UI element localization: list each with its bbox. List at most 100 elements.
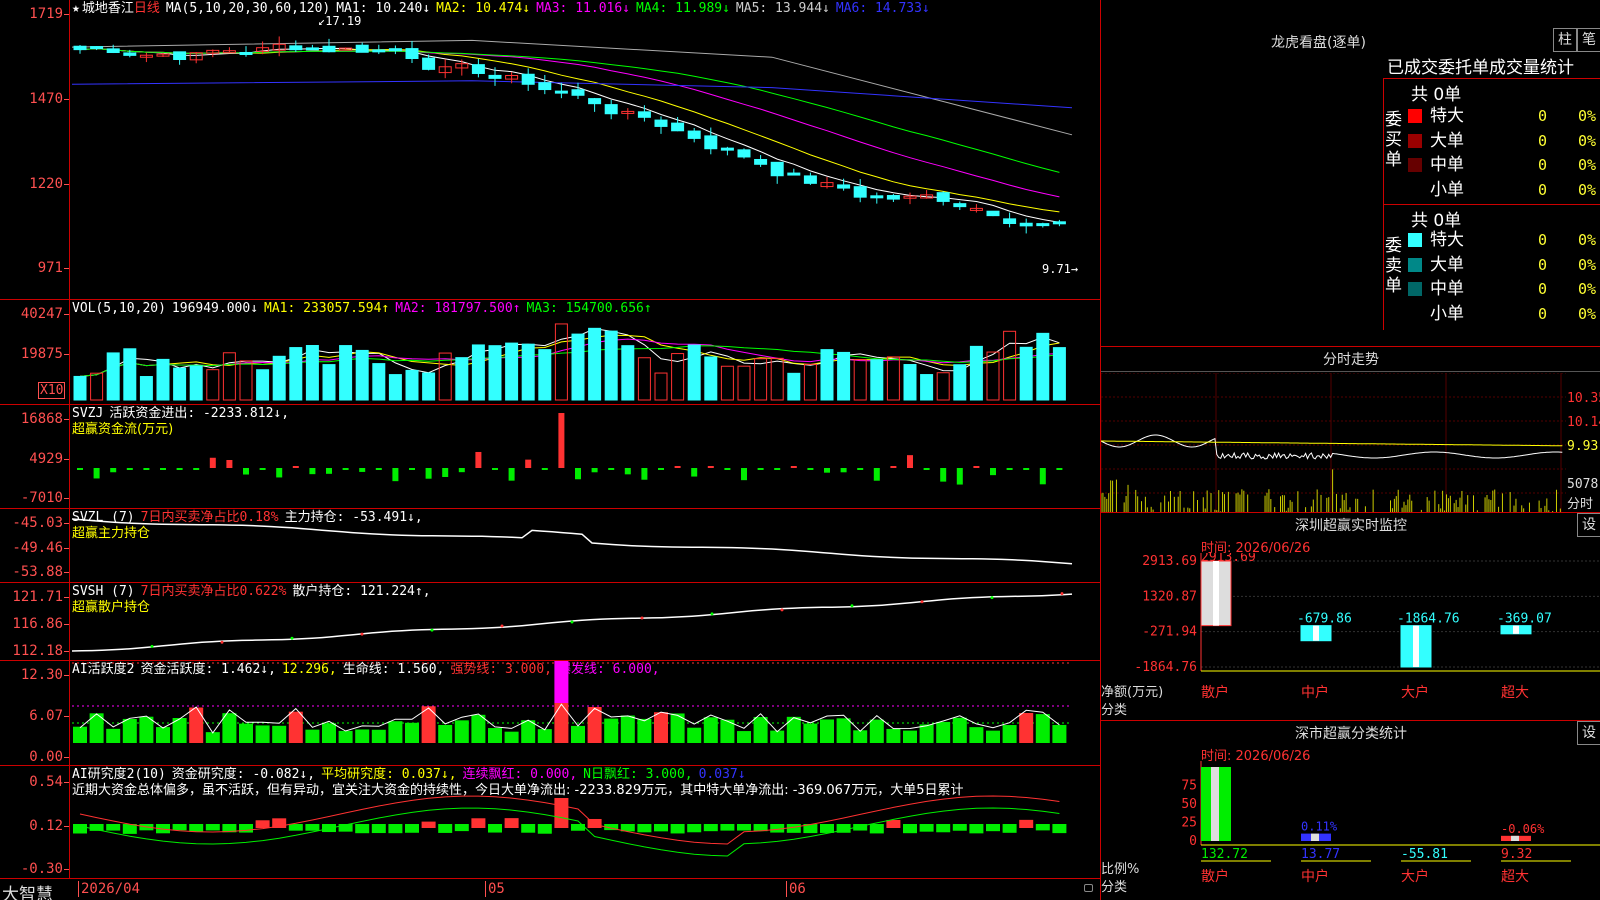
star-icon[interactable]: ★ — [72, 1, 80, 16]
classify-value: 9.32 — [1501, 847, 1532, 862]
flow-bar — [93, 468, 100, 479]
volume-bar — [571, 333, 585, 401]
svsh-panel[interactable]: 121.71 116.86 112.18 SVSH (7) 7日内买卖净占比0.6… — [0, 583, 1100, 661]
flow-bar — [807, 468, 814, 470]
ai-activity-panel[interactable]: 12.30 6.07 0.00 AI活跃度2 资金活跃度: 1.462↓, 12.2… — [0, 661, 1100, 766]
order-percent: 0% — [1578, 231, 1597, 249]
tick-mode-button[interactable]: 笔 — [1577, 28, 1600, 52]
candle-body — [1003, 218, 1017, 225]
candle-body — [73, 45, 87, 51]
candle-body — [953, 203, 967, 208]
realtime-monitor-panel[interactable]: 深圳超赢实时监控 设 时间: 2026/06/26 2913.69 1320.87… — [1100, 512, 1600, 720]
order-count: 0 — [1538, 280, 1548, 298]
dragon-tabs[interactable]: 已成交委托单成交量统计 — [1387, 53, 1574, 78]
volume-bar — [156, 358, 170, 401]
flow-bar — [591, 468, 598, 473]
ai2-comment: 近期大资金总体偏多，虽不活跃，但有异动，宜关注大资金的持续性，今日大单净流出: … — [72, 783, 964, 798]
volume-bar — [422, 372, 436, 401]
flow-bar — [193, 468, 200, 470]
order-count: 0 — [1538, 156, 1548, 174]
intraday-panel[interactable]: 分时走势 10.35 10.14 9.93 5078 分时 — [1100, 346, 1600, 513]
activity-bar — [355, 729, 370, 743]
flow-bar — [691, 468, 698, 477]
vol-legend: VOL(5,10,20) 196949.000↓ MA1: 233057.594↑ M… — [72, 301, 658, 317]
order-label: 小单 — [1430, 179, 1464, 200]
monitor-bar-chart[interactable]: 2913.69 1320.87 -271.94 -1864.76 2913.69 散户 -6… — [1101, 553, 1600, 721]
activity-bar — [438, 724, 453, 743]
intraday-chart[interactable] — [1101, 373, 1566, 513]
monitor-settings-button[interactable]: 设 — [1577, 513, 1600, 537]
flow-bar — [741, 468, 747, 481]
research-bar — [521, 824, 536, 833]
flow-bar — [209, 457, 216, 468]
sell-side-label: 委卖单 — [1385, 236, 1402, 296]
order-label: 中单 — [1430, 155, 1464, 175]
flow-bar — [757, 468, 764, 470]
ma2-value: MA2: 10.474↓ — [436, 1, 531, 16]
monitor-bar-highlight — [1513, 625, 1519, 634]
activity-bar — [371, 729, 386, 743]
activity-bar — [687, 727, 702, 743]
research-bar — [471, 818, 486, 828]
svzj-name: SVZJ — [72, 406, 104, 421]
volume-bar — [289, 347, 303, 401]
flow-bar — [890, 466, 897, 468]
research-bar — [1019, 819, 1034, 828]
activity-bar — [637, 718, 652, 743]
order-count: 0 — [1538, 304, 1548, 323]
volume-bar — [222, 352, 236, 401]
retail-dot — [990, 596, 994, 600]
research-bar — [255, 820, 270, 828]
svzl-panel[interactable]: -45.03 -49.46 -53.88 SVZL (7) 7日内买卖净占比0.1… — [0, 509, 1100, 583]
kline-panel[interactable]: 1719 1470 1220 971 ★ 城地香江日线 MA(5,10,20,30,… — [0, 0, 1100, 300]
ai2-red: 连续飘红: 0.000, — [462, 767, 578, 782]
period-label[interactable]: 日线 — [134, 1, 160, 16]
flow-bar — [77, 468, 83, 470]
buy-total: 共 0单 — [1411, 85, 1462, 105]
low-price-label: 9.71→ — [1042, 262, 1079, 276]
classify-settings-button[interactable]: 设 — [1577, 721, 1600, 745]
ai-research-tick: 0.12 — [29, 818, 69, 834]
activity-bar — [853, 730, 868, 743]
classify-panel[interactable]: 深市超赢分类统计 设 时间: 2026/06/26 75 50 25 0 132.72 散… — [1100, 720, 1600, 900]
monitor-category: 散户 — [1201, 684, 1229, 701]
vol-indicator: VOL(5,10,20) — [72, 301, 166, 316]
monitor-category: 中户 — [1301, 684, 1329, 701]
activity-bar — [488, 728, 502, 743]
candlestick-chart[interactable] — [72, 0, 1100, 300]
flow-bar — [259, 468, 266, 470]
activity-bar — [106, 728, 121, 743]
order-label: 小单 — [1430, 303, 1464, 324]
activity-bar — [454, 720, 469, 743]
classify-bar-highlight — [1211, 767, 1219, 841]
volume-bar — [471, 344, 485, 401]
volume-panel[interactable]: 40247 19875 X10 VOL(5,10,20) 196949.000↓ M… — [0, 300, 1100, 405]
research-bar — [438, 824, 453, 833]
candle-body — [720, 147, 734, 151]
order-percent: 0% — [1578, 131, 1597, 150]
volume-bar — [1003, 330, 1017, 401]
svzj-panel[interactable]: 16868 4929 -7010 SVZJ 活跃资金进出: -2233.812↓,… — [0, 405, 1100, 509]
svzl-label: 主力持仓: -53.491↓, — [284, 510, 423, 525]
intraday-volume: 5078 — [1567, 477, 1599, 492]
ai-research-panel[interactable]: 0.54 0.12 -0.30 AI研究度2(10) 资金研究度: -0.082↓… — [0, 766, 1100, 878]
flow-bar — [774, 468, 781, 470]
flow-bar — [143, 468, 150, 470]
candle-body — [704, 135, 718, 150]
classify-bar-chart[interactable]: 75 50 25 0 132.72 散户 0.11% 13.77 中户 -55.81 大户 -0.06… — [1101, 761, 1600, 900]
candle-body — [106, 48, 120, 54]
lock-icon[interactable] — [1084, 884, 1093, 892]
volume-bar — [488, 345, 502, 401]
research-bar — [687, 824, 702, 833]
svzl-ratio: 7日内买卖净占比0.18% — [140, 510, 279, 525]
stock-name[interactable]: 城地香江 — [82, 1, 134, 16]
bar-mode-button[interactable]: 柱 — [1553, 28, 1577, 52]
candle-body — [173, 51, 187, 61]
retail-dot — [920, 600, 924, 604]
volume-bar — [355, 349, 369, 401]
date-label: 2026/04 — [78, 881, 140, 897]
intraday-price-line — [1101, 434, 1563, 460]
volume-bar — [936, 372, 950, 401]
volume-bar — [189, 365, 203, 401]
research-bar — [537, 824, 552, 834]
